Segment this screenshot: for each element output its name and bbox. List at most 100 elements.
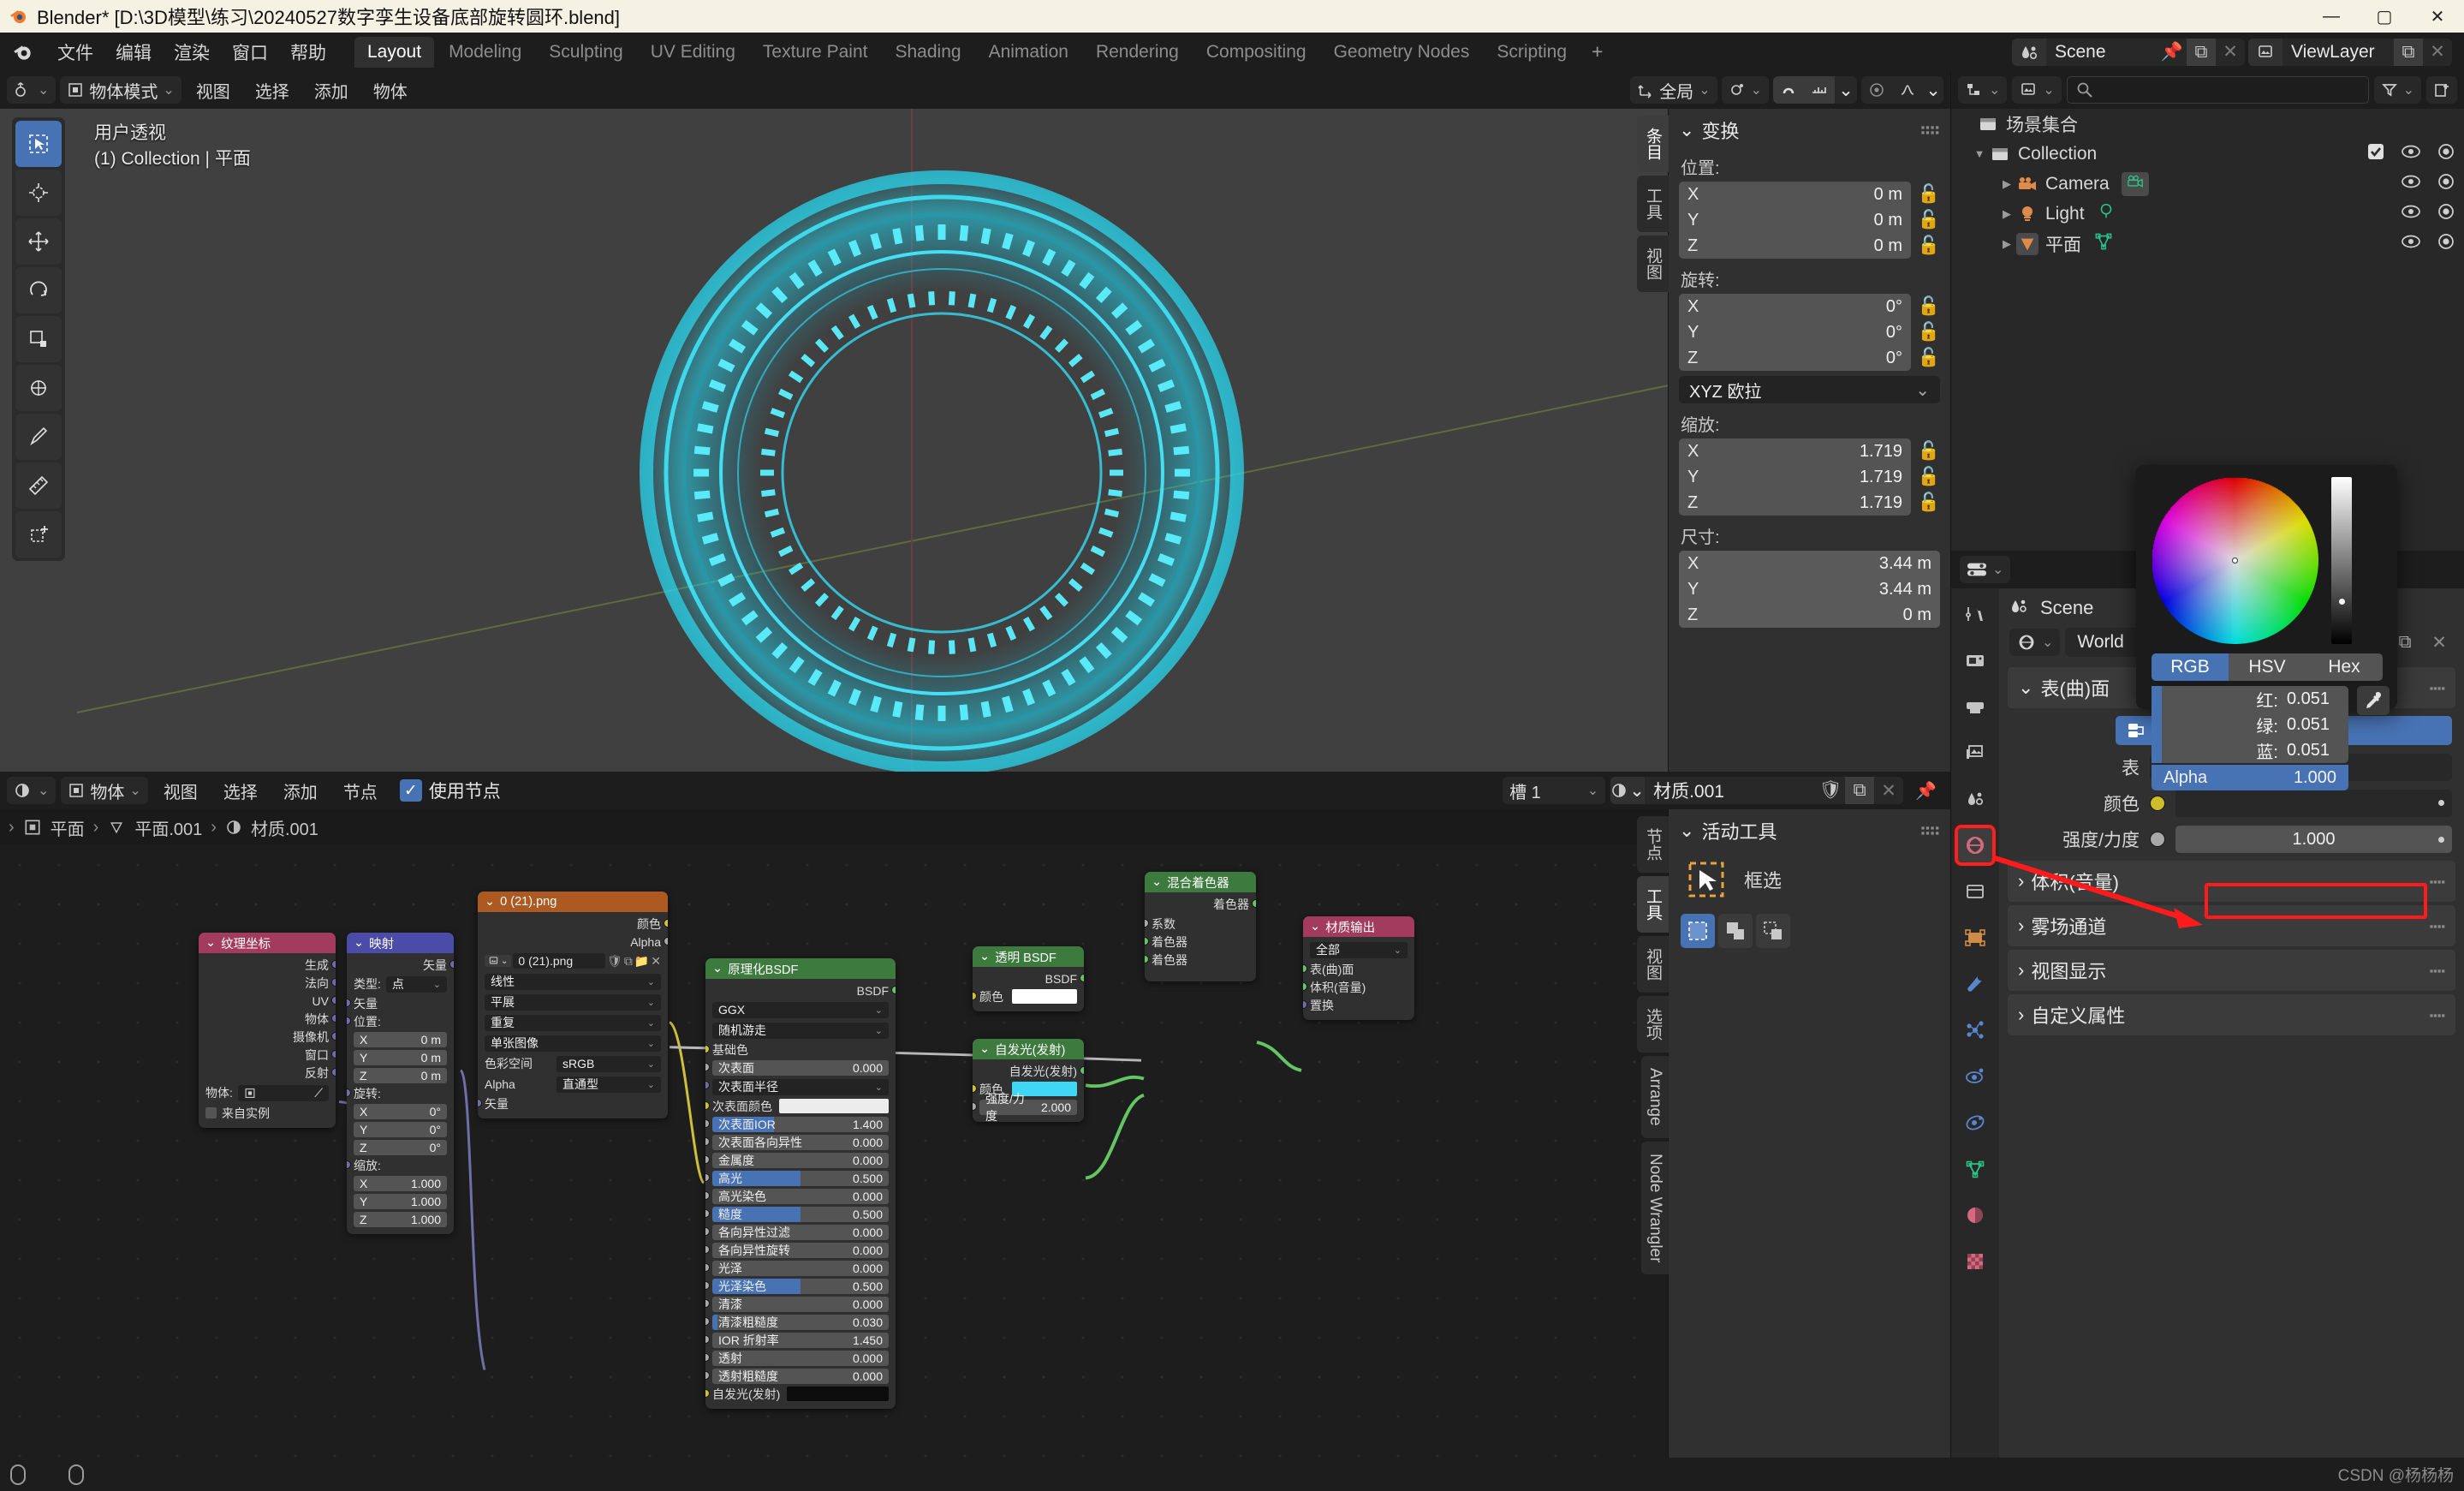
socket-out[interactable]	[1252, 899, 1256, 908]
tab-physics[interactable]	[1958, 1059, 1992, 1094]
select-extend-icon[interactable]	[1718, 914, 1753, 948]
dimensions-y-field[interactable]: Y 3.44 m	[1679, 576, 1940, 602]
socket-out[interactable]	[331, 1032, 336, 1041]
node-scale-z[interactable]: Z 1.000	[354, 1211, 447, 1227]
node-rotation-z[interactable]: Z 0°	[354, 1139, 447, 1155]
disclosure-triangle-icon[interactable]: ▶	[1997, 237, 2016, 251]
hide-in-viewport-icon[interactable]	[2401, 144, 2421, 164]
maximize-button[interactable]: ▢	[2358, 0, 2411, 33]
lock-rotation-y-icon[interactable]: 🔓	[1918, 322, 1940, 343]
viewlayer-name[interactable]: ViewLayer	[2282, 42, 2394, 63]
active-tool-panel-header[interactable]: ⌄ 活动工具 ▪▪▪▪ ▪▪▪▪	[1669, 809, 1950, 852]
tab-texture[interactable]	[1958, 1244, 1992, 1279]
disable-in-render-icon[interactable]	[2437, 233, 2455, 255]
outliner-row-light[interactable]: ▶ Light	[1951, 199, 2464, 229]
tab-object-data[interactable]	[1958, 1152, 1992, 1186]
viewlayer-icon[interactable]	[2248, 38, 2282, 66]
socket-in[interactable]	[705, 1389, 710, 1398]
socket-in[interactable]	[705, 1081, 710, 1089]
rotation-mode-dropdown[interactable]: XYZ 欧拉 ⌄	[1679, 376, 1940, 403]
select-subtract-icon[interactable]	[1756, 914, 1790, 948]
proportional-edit-icon[interactable]	[1861, 76, 1892, 104]
outliner-row-collection[interactable]: ▼ Collection	[1951, 139, 2464, 169]
snap-magnet-icon[interactable]	[1773, 76, 1804, 104]
world-browse-icon[interactable]: ⌄	[2009, 629, 2061, 656]
socket-in[interactable]	[1303, 1000, 1307, 1009]
outliner-filter-icon[interactable]: ⌄	[2373, 76, 2421, 104]
editor-type-selector[interactable]: ⌄	[7, 76, 57, 104]
workspace-tab-rendering[interactable]: Rendering	[1083, 37, 1192, 68]
socket-in[interactable]	[705, 1371, 710, 1380]
sh-tab-options[interactable]: 选项	[1637, 996, 1669, 1053]
add-workspace-button[interactable]: +	[1581, 37, 1613, 67]
tab-constraints[interactable]	[1958, 1106, 1992, 1140]
collection-checkbox[interactable]	[2366, 142, 2385, 166]
transform-orientation-selector[interactable]: 全局 ⌄	[1630, 76, 1717, 104]
falloff-curve-icon[interactable]	[1892, 76, 1923, 104]
node-color-swatch[interactable]	[1012, 989, 1077, 1004]
sh-tab-node[interactable]: 节点	[1637, 816, 1669, 873]
node-distribution-dropdown[interactable]: GGX ⌄	[712, 1001, 889, 1018]
node-header[interactable]: ⌄ 透明 BSDF	[973, 946, 1084, 967]
node-row-anisotropic-rotation[interactable]: 各向异性旋转 0.000	[712, 1242, 889, 1258]
outliner-new-collection-icon[interactable]	[2426, 76, 2457, 104]
rotation-z-field[interactable]: Z 0°	[1679, 345, 1911, 371]
socket-in[interactable]	[347, 1160, 351, 1169]
eyedropper-icon[interactable]: ⟋	[314, 1086, 323, 1100]
snap-increment-icon[interactable]	[1804, 76, 1835, 104]
socket-in[interactable]	[705, 1317, 710, 1326]
color-picker-popup[interactable]: RGB HSV Hex 红: 0.051 绿: 0.051 蓝: 0.051 Alph…	[2136, 465, 2397, 790]
color-wheel-cursor[interactable]	[2232, 558, 2238, 564]
tab-view-layer[interactable]	[1958, 736, 1992, 770]
tab-material[interactable]	[1958, 1198, 1992, 1232]
unlink-world-icon[interactable]: ✕	[2425, 628, 2454, 657]
workspace-tab-shading[interactable]: Shading	[882, 37, 973, 68]
node-rotation-y[interactable]: Y 0°	[354, 1121, 447, 1137]
node-subsurface-method-dropdown[interactable]: 随机游走 ⌄	[712, 1022, 889, 1039]
disable-in-render-icon[interactable]	[2437, 203, 2455, 225]
fake-user-icon[interactable]: 🛡	[607, 954, 622, 969]
n-tab-item[interactable]: 条目	[1637, 116, 1669, 172]
tool-add-cube[interactable]	[15, 511, 62, 558]
dimensions-z-field[interactable]: Z0 m	[1679, 602, 1940, 628]
workspace-tab-compositing[interactable]: Compositing	[1193, 37, 1319, 68]
node-location-z[interactable]: Z0 m	[354, 1067, 447, 1083]
falloff-dropdown-icon[interactable]: ⌄	[1923, 76, 1943, 104]
node-mix-shader[interactable]: ⌄ 混合着色器 着色器 系数 着色器 着色器	[1145, 872, 1256, 981]
shader-menu-view[interactable]: 视图	[153, 775, 208, 807]
material-slot-selector[interactable]: 槽 1 ⌄	[1503, 777, 1606, 804]
workspace-tab-scripting[interactable]: Scripting	[1484, 37, 1580, 68]
node-row-anisotropic[interactable]: 各向异性过滤 0.000	[712, 1224, 889, 1240]
snap-dropdown-icon[interactable]: ⌄	[1835, 76, 1857, 104]
viewport-menu-view[interactable]: 视图	[186, 75, 241, 106]
tool-annotate[interactable]	[15, 414, 62, 460]
workspace-tab-geometry-nodes[interactable]: Geometry Nodes	[1321, 37, 1483, 68]
disable-in-render-icon[interactable]	[2437, 143, 2455, 165]
minimize-button[interactable]: —	[2305, 0, 2358, 33]
node-material-output[interactable]: ⌄ 材质输出 全部 ⌄ 表(曲)面 体积(音量) 置换	[1303, 916, 1414, 1020]
node-source-dropdown[interactable]: 单张图像 ⌄	[485, 1035, 661, 1052]
node-row-specular-tint[interactable]: 高光染色 0.000	[712, 1188, 889, 1204]
node-header[interactable]: ⌄ 原理化BSDF	[705, 958, 896, 979]
node-object-field[interactable]: ⟋	[237, 1084, 329, 1101]
copy-image-icon[interactable]: ⧉	[624, 954, 633, 969]
socket-in[interactable]	[973, 1084, 977, 1093]
socket-in[interactable]	[1145, 937, 1149, 945]
pin-scene-icon[interactable]: 📌	[2157, 39, 2187, 66]
sh-tab-node-wrangler[interactable]: Node Wrangler	[1641, 1141, 1669, 1275]
node-subsurface-radius-dropdown[interactable]: 次表面半径 ⌄	[712, 1078, 889, 1095]
sh-tab-view[interactable]: 视图	[1637, 936, 1669, 993]
hide-in-viewport-icon[interactable]	[2401, 204, 2421, 224]
node-location-x[interactable]: X0 m	[354, 1031, 447, 1047]
tab-scene[interactable]	[1958, 782, 1992, 816]
node-row-specular[interactable]: 高光 0.500	[712, 1170, 889, 1186]
socket-out[interactable]	[664, 937, 668, 945]
sh-tab-arrange[interactable]: Arrange	[1641, 1056, 1669, 1138]
tab-render[interactable]	[1958, 643, 1992, 677]
tab-object[interactable]	[1958, 921, 1992, 955]
outliner-row-camera[interactable]: ▶ Camera	[1951, 169, 2464, 199]
node-scale-y[interactable]: Y 1.000	[354, 1193, 447, 1209]
node-image-texture[interactable]: ⌄ 0 (21).png 颜色 Alpha ⌄ 0 (21).png 🛡 ⧉ 📁…	[478, 892, 668, 1118]
tab-collection[interactable]	[1958, 874, 1992, 909]
socket-out[interactable]	[331, 960, 336, 969]
